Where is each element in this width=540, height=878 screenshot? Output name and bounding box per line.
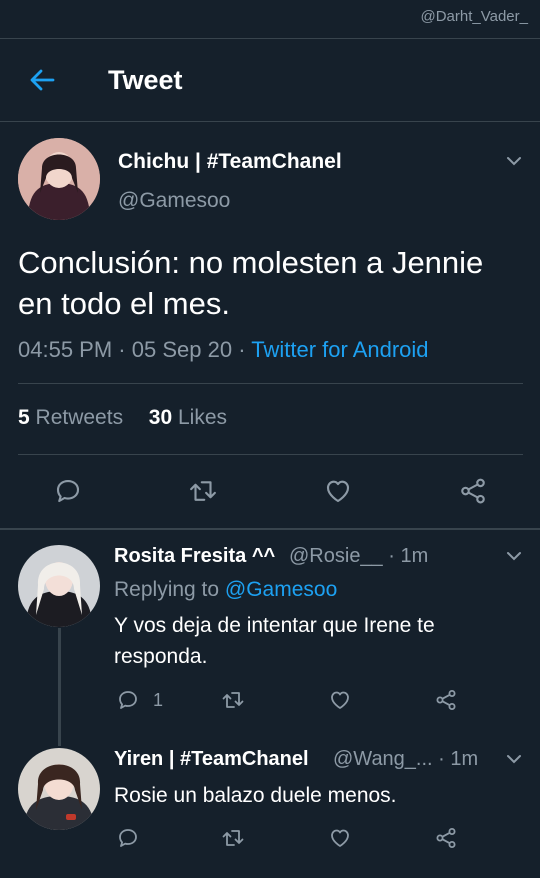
retweets-label[interactable]: Retweets [36,406,124,429]
chevron-down-icon[interactable] [504,546,524,566]
like-icon[interactable] [323,476,353,506]
likes-count[interactable]: 30 [149,406,172,429]
share-icon[interactable] [434,688,458,712]
share-icon[interactable] [458,476,488,506]
share-icon[interactable] [434,826,458,850]
watermark: @Darht_Vader_ [420,8,528,25]
tweet-meta: 04:55 PM · 05 Sep 20 · Twitter for Andro… [18,337,429,362]
reply-text: Y vos deja de intentar que Irene te resp… [114,614,435,668]
thread-line [58,628,61,746]
reply-icon[interactable] [53,476,83,506]
likes-label[interactable]: Likes [178,406,227,429]
tweet-time: 04:55 PM [18,337,113,362]
retweets-count[interactable]: 5 [18,406,30,429]
replying-to-handle[interactable]: @Gamesoo [225,578,337,601]
chevron-down-icon[interactable] [504,151,524,171]
tweet-source-link[interactable]: Twitter for Android [251,337,428,362]
section-divider [0,528,540,530]
reply-count: 1 [153,690,164,710]
retweet-icon[interactable] [221,826,245,850]
avatar[interactable] [18,748,100,830]
reply-author-handle: @Rosie__ · 1m [289,545,428,568]
tweet-text: Conclusión: no molesten a Jennie en todo… [18,245,484,321]
reply-handle[interactable]: @Wang_... [333,748,433,770]
author-name[interactable]: Chichu | #TeamChanel [118,150,342,174]
tweet-date: 05 Sep 20 [131,337,233,362]
replying-prefix: Replying to [114,578,220,601]
tweet-stats: 5 Retweets 30 Likes [18,406,227,430]
reply-handle[interactable]: @Rosie__ [289,545,383,567]
page-title: Tweet [108,65,183,95]
top-bar: Tweet [0,38,540,122]
back-arrow-icon[interactable] [28,66,56,94]
reply-time: · 1m [438,748,479,770]
reply-time: · 1m [388,545,429,567]
replying-to: Replying to @Gamesoo [114,578,337,602]
reply-author-name[interactable]: Yiren | #TeamChanel [114,748,309,771]
reply-author-handle: @Wang_... · 1m [333,748,478,771]
retweet-icon[interactable] [221,688,245,712]
avatar[interactable] [18,545,100,627]
reply-text: Rosie un balazo duele menos. [114,784,397,807]
retweet-icon[interactable] [188,476,218,506]
reply-icon[interactable] [116,826,140,850]
avatar[interactable] [18,138,100,220]
divider [18,383,523,384]
chevron-down-icon[interactable] [504,749,524,769]
divider [18,454,523,455]
reply-icon[interactable] [116,688,140,712]
author-handle[interactable]: @Gamesoo [118,189,230,213]
like-icon[interactable] [328,688,352,712]
like-icon[interactable] [328,826,352,850]
reply-author-name[interactable]: Rosita Fresita ^^ [114,545,275,568]
